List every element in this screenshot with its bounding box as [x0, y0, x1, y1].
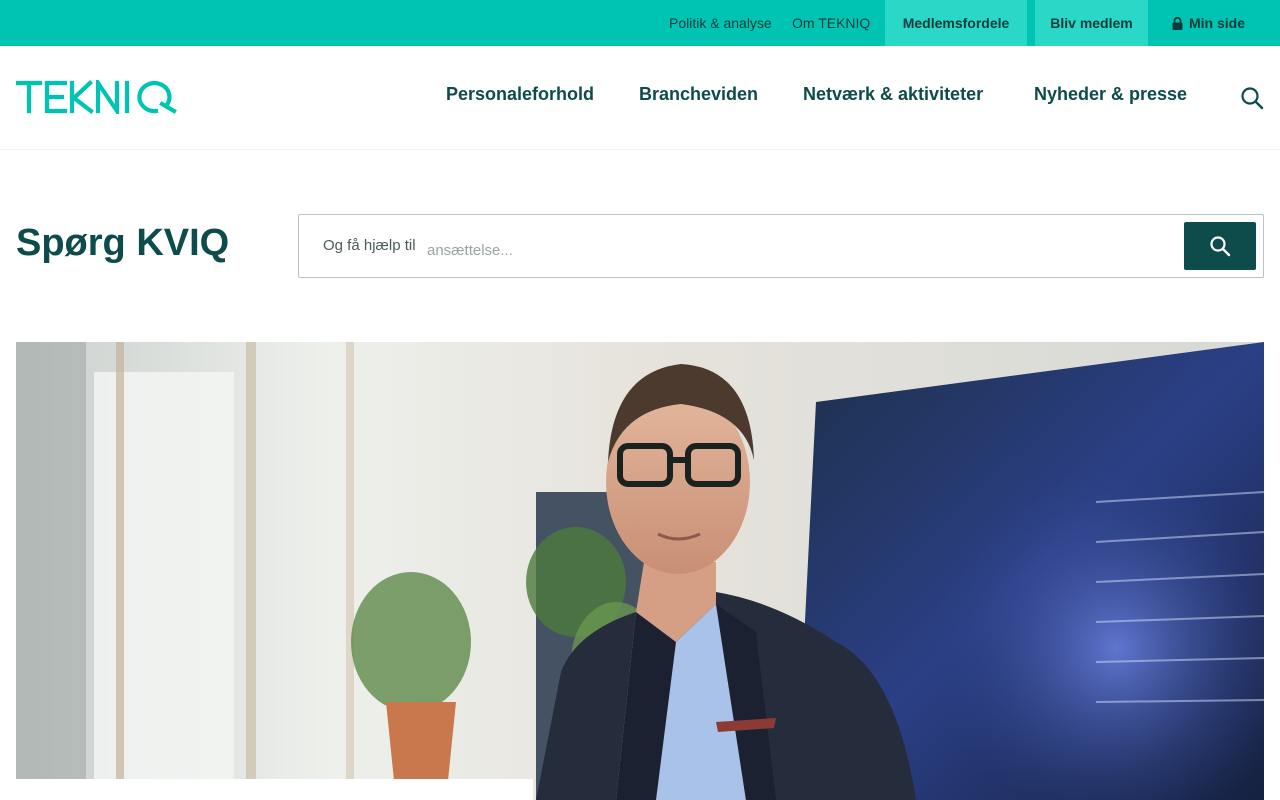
- ask-kviq-input[interactable]: [427, 235, 1167, 265]
- top-utility-bar: Politik & analyse Om TEKNIQ Medlemsforde…: [0, 0, 1280, 46]
- tekniq-logo-mark: [15, 76, 177, 118]
- hero-image: [16, 342, 1264, 800]
- main-header: Personaleforhold Brancheviden Netværk & …: [0, 46, 1280, 150]
- nav-brancheviden[interactable]: Brancheviden: [639, 84, 758, 105]
- nav-personaleforhold[interactable]: Personaleforhold: [446, 84, 594, 105]
- nav-nyheder-presse[interactable]: Nyheder & presse: [1034, 84, 1187, 105]
- hero-card: [16, 779, 533, 800]
- topbar-link-politik[interactable]: Politik & analyse: [669, 0, 772, 46]
- ask-kviq-searchbox: Og få hjælp til: [298, 214, 1264, 278]
- topbar-link-om-tekniq[interactable]: Om TEKNIQ: [792, 0, 870, 46]
- hero-photo: [16, 342, 1264, 800]
- lock-icon: [1172, 17, 1183, 30]
- topbar-link-medlemsfordele[interactable]: Medlemsfordele: [885, 0, 1027, 46]
- search-icon: [1210, 236, 1231, 257]
- ask-kviq-title: Spørg KVIQ: [16, 222, 230, 264]
- tekniq-logo[interactable]: [15, 76, 180, 119]
- header-search-button[interactable]: [1238, 84, 1266, 112]
- ask-prefix-label: Og få hjælp til: [323, 237, 416, 254]
- search-icon: [1241, 87, 1264, 110]
- nav-netvaerk-aktiviteter[interactable]: Netværk & aktiviteter: [803, 84, 983, 105]
- min-side-label: Min side: [1189, 15, 1246, 31]
- ask-submit-button[interactable]: [1184, 222, 1256, 270]
- topbar-link-min-side[interactable]: Min side: [1172, 0, 1245, 46]
- topbar-link-bliv-medlem[interactable]: Bliv medlem: [1035, 0, 1148, 46]
